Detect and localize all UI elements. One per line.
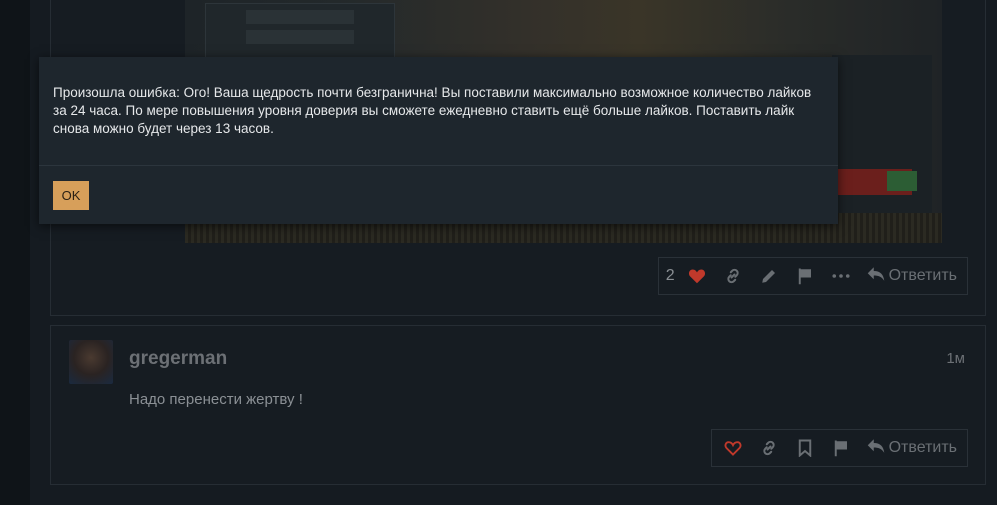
flag-icon[interactable] (823, 430, 859, 466)
reply-button[interactable]: Ответить (867, 266, 957, 287)
image-panel-left (205, 3, 395, 61)
left-gutter (0, 0, 30, 505)
link-icon[interactable] (751, 430, 787, 466)
error-message: Произошла ошибка: Ого! Ваша щедрость поч… (39, 57, 838, 166)
reply-label: Ответить (888, 439, 957, 456)
avatar[interactable] (69, 340, 113, 384)
reply-button[interactable]: Ответить (867, 438, 957, 459)
pencil-icon[interactable] (751, 258, 787, 294)
heart-icon[interactable] (715, 430, 751, 466)
dialog-footer: OK (39, 166, 838, 225)
reply-label: Ответить (888, 267, 957, 284)
reply-icon (867, 438, 885, 459)
post-time[interactable]: 1м (946, 350, 965, 367)
post-text: Надо перенести жертву ! (129, 391, 303, 408)
more-icon[interactable] (823, 258, 859, 294)
bookmark-icon[interactable] (787, 430, 823, 466)
username[interactable]: gregerman (129, 348, 227, 370)
image-panel-right (832, 55, 932, 225)
post-2: gregerman 1м Надо перенести жертву ! Отв… (50, 325, 986, 485)
reply-icon (867, 266, 885, 287)
image-green-mark (887, 171, 917, 191)
page: 2 Ответить gregerman 1м Надо перенести ж… (0, 0, 997, 505)
ok-button[interactable]: OK (53, 181, 89, 210)
error-dialog: Произошла ошибка: Ого! Ваша щедрость поч… (39, 57, 838, 224)
like-count[interactable]: 2 (666, 267, 675, 285)
link-icon[interactable] (715, 258, 751, 294)
post-2-actions: Ответить (711, 429, 968, 467)
flag-icon[interactable] (787, 258, 823, 294)
heart-icon[interactable] (679, 258, 715, 294)
post-1-actions: 2 Ответить (658, 257, 968, 295)
